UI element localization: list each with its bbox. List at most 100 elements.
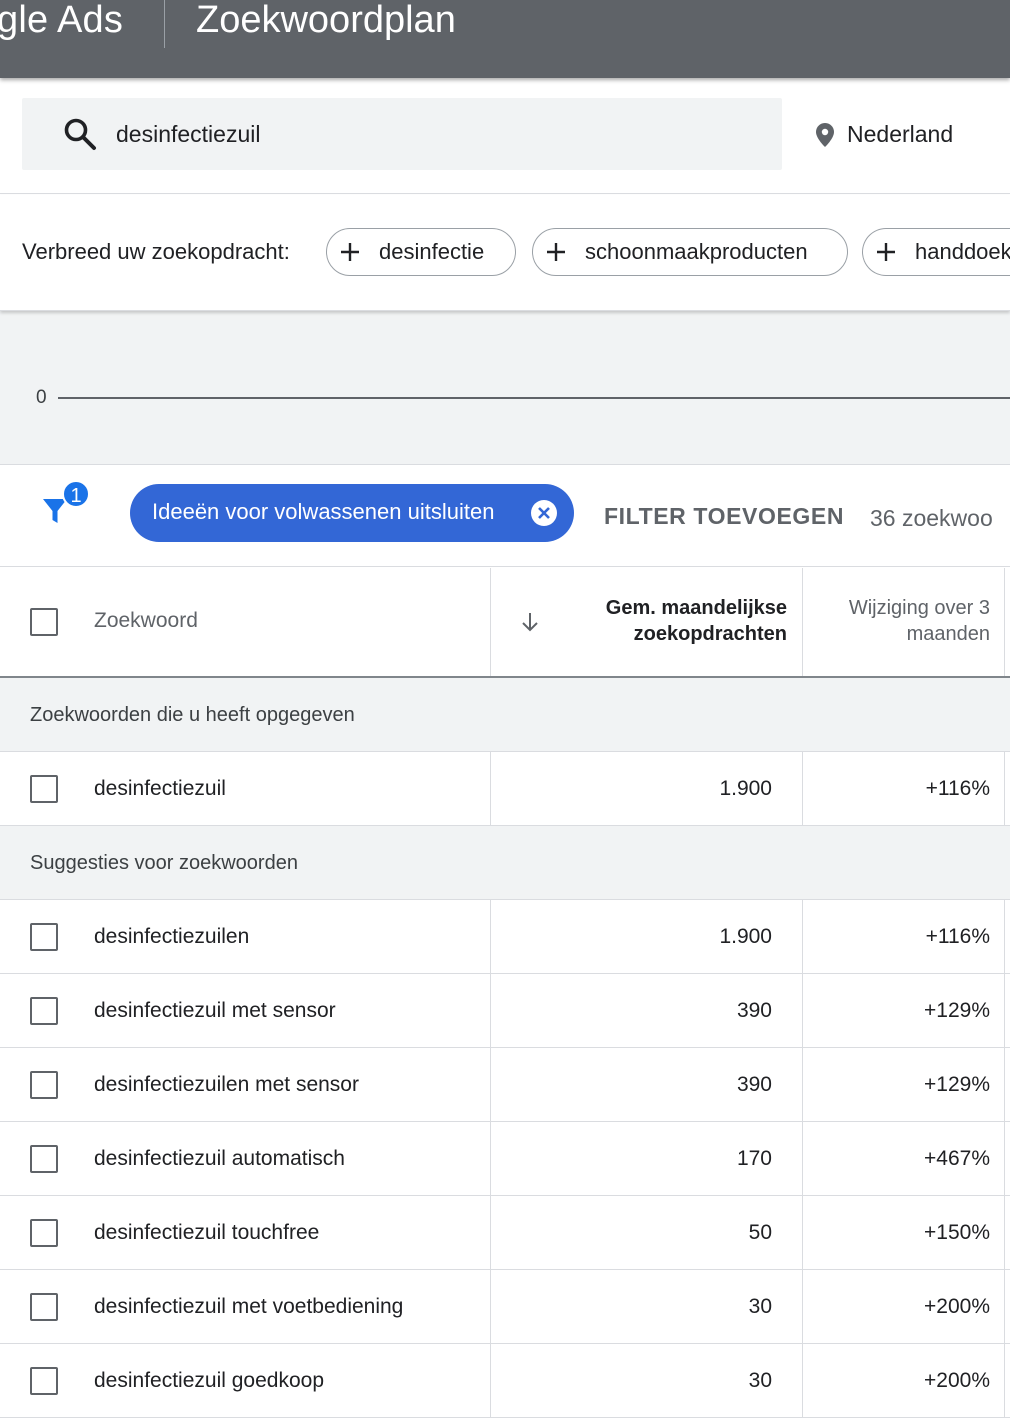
row-monthly-searches: 1.900 [719,777,772,800]
row-monthly-searches: 1.900 [719,925,772,948]
row-keyword: desinfectiezuil [94,777,226,800]
column-divider [490,1048,491,1121]
column-divider [490,974,491,1047]
row-checkbox[interactable] [30,997,58,1025]
chip-label: handdoek [915,239,1010,264]
column-divider [490,568,491,676]
search-query[interactable]: desinfectiezuil [116,120,260,148]
column-divider [802,1344,803,1417]
row-keyword: desinfectiezuil touchfree [94,1221,320,1244]
column-divider [802,1196,803,1269]
row-checkbox[interactable] [30,1071,58,1099]
search-icon [64,118,96,150]
row-checkbox[interactable] [30,923,58,951]
column-divider [1004,974,1005,1047]
column-divider [1004,1270,1005,1343]
table-row: desinfectiezuil goedkoop 30 +200% [0,1344,1010,1418]
broaden-chip-schoonmaakproducten[interactable]: schoonmaakproducten [532,228,848,276]
table-row: desinfectiezuil 1.900 +116% [0,752,1010,826]
row-monthly-searches: 170 [736,1147,772,1170]
chip-label: schoonmaakproducten [585,239,808,264]
row-keyword: desinfectiezuil met sensor [94,999,336,1022]
row-checkbox[interactable] [30,1367,58,1395]
close-icon[interactable] [530,499,558,527]
row-monthly-searches: 390 [736,999,772,1022]
column-divider [1004,1344,1005,1417]
row-checkbox[interactable] [30,1145,58,1173]
search-volume-graph: 0 [0,311,1010,465]
section-keyword-suggestions: Suggesties voor zoekwoorden [0,826,1010,900]
row-keyword: desinfectiezuilen met sensor [94,1073,359,1096]
column-header-keyword[interactable]: Zoekwoord [94,608,198,634]
plus-icon [547,243,565,261]
column-divider [490,1196,491,1269]
column-divider [802,1122,803,1195]
column-divider [1004,1122,1005,1195]
row-checkbox[interactable] [30,775,58,803]
row-three-month-change: +129% [924,999,990,1022]
chip-label: desinfectie [379,239,485,264]
row-keyword: desinfectiezuilen [94,925,250,948]
section-title: Suggesties voor zoekwoorden [30,852,298,874]
column-divider [802,568,803,676]
page-title: Zoekwoordplan [196,0,456,41]
row-monthly-searches: 390 [736,1073,772,1096]
column-divider [490,1122,491,1195]
row-three-month-change: +129% [924,1073,990,1096]
active-filter-label: Ideeën voor volwassenen uitsluiten [152,499,495,524]
row-monthly-searches: 30 [748,1295,772,1318]
column-divider [490,1344,491,1417]
table-row: desinfectiezuil met voetbediening 30 +200% [0,1270,1010,1344]
column-header-monthly-searches[interactable]: Gem. maandelijkse zoekopdrachten [540,595,787,647]
app-brand[interactable]: gle Ads [0,0,123,42]
location-pin-icon [816,123,834,147]
graph-baseline [58,397,1010,399]
column-divider [490,900,491,973]
search-row: desinfectiezuil Nederland [0,78,1010,194]
column-divider [1004,752,1005,825]
section-provided-keywords: Zoekwoorden die u heeft opgegeven [0,678,1010,752]
table-row: desinfectiezuilen 1.900 +116% [0,900,1010,974]
row-checkbox[interactable] [30,1293,58,1321]
row-keyword: desinfectiezuil automatisch [94,1147,345,1170]
broaden-label: Verbreed uw zoekopdracht: [22,239,290,264]
column-divider [802,1048,803,1121]
row-three-month-change: +200% [924,1369,990,1392]
table-row: desinfectiezuil met sensor 390 +129% [0,974,1010,1048]
plus-icon [877,243,895,261]
column-divider [802,1270,803,1343]
table-header: Zoekwoord Gem. maandelijkse zoekopdracht… [0,568,1010,678]
table-row: desinfectiezuil automatisch 170 +467% [0,1122,1010,1196]
result-count: 36 zoekwoo [870,505,993,531]
app-bar: gle Ads Zoekwoordplan [0,0,1010,78]
row-checkbox[interactable] [30,1219,58,1247]
select-all-checkbox[interactable] [30,608,58,636]
column-divider [1004,900,1005,973]
column-divider [490,752,491,825]
section-title: Zoekwoorden die u heeft opgegeven [30,704,355,726]
app-bar-divider [164,0,165,48]
plus-icon [341,243,359,261]
location-label: Nederland [847,121,954,147]
row-keyword: desinfectiezuil goedkoop [94,1369,324,1392]
add-filter-button[interactable]: FILTER TOEVOEGEN [604,502,844,530]
row-keyword: desinfectiezuil met voetbediening [94,1295,404,1318]
row-monthly-searches: 50 [748,1221,772,1244]
active-filter-chip[interactable]: Ideeën voor volwassenen uitsluiten [130,484,574,542]
filter-row: 1 Ideeën voor volwassenen uitsluiten FIL… [0,466,1010,567]
column-divider [1004,1048,1005,1121]
broaden-search-row: Verbreed uw zoekopdracht: desinfectie sc… [0,195,1010,311]
row-three-month-change: +467% [924,1147,990,1170]
broaden-chip-handdoek[interactable]: handdoek [862,228,1010,276]
search-input[interactable]: desinfectiezuil [22,98,782,170]
column-divider [802,974,803,1047]
row-three-month-change: +150% [924,1221,990,1244]
table-row: desinfectiezuilen met sensor 390 +129% [0,1048,1010,1122]
arrow-down-icon[interactable] [518,610,542,634]
filter-count-badge: 1 [62,480,90,508]
broaden-chip-desinfectie[interactable]: desinfectie [326,228,516,276]
column-header-three-month-change[interactable]: Wijziging over 3 maanden [810,595,990,647]
column-divider [1004,568,1005,676]
column-divider [1004,1196,1005,1269]
column-divider [802,900,803,973]
